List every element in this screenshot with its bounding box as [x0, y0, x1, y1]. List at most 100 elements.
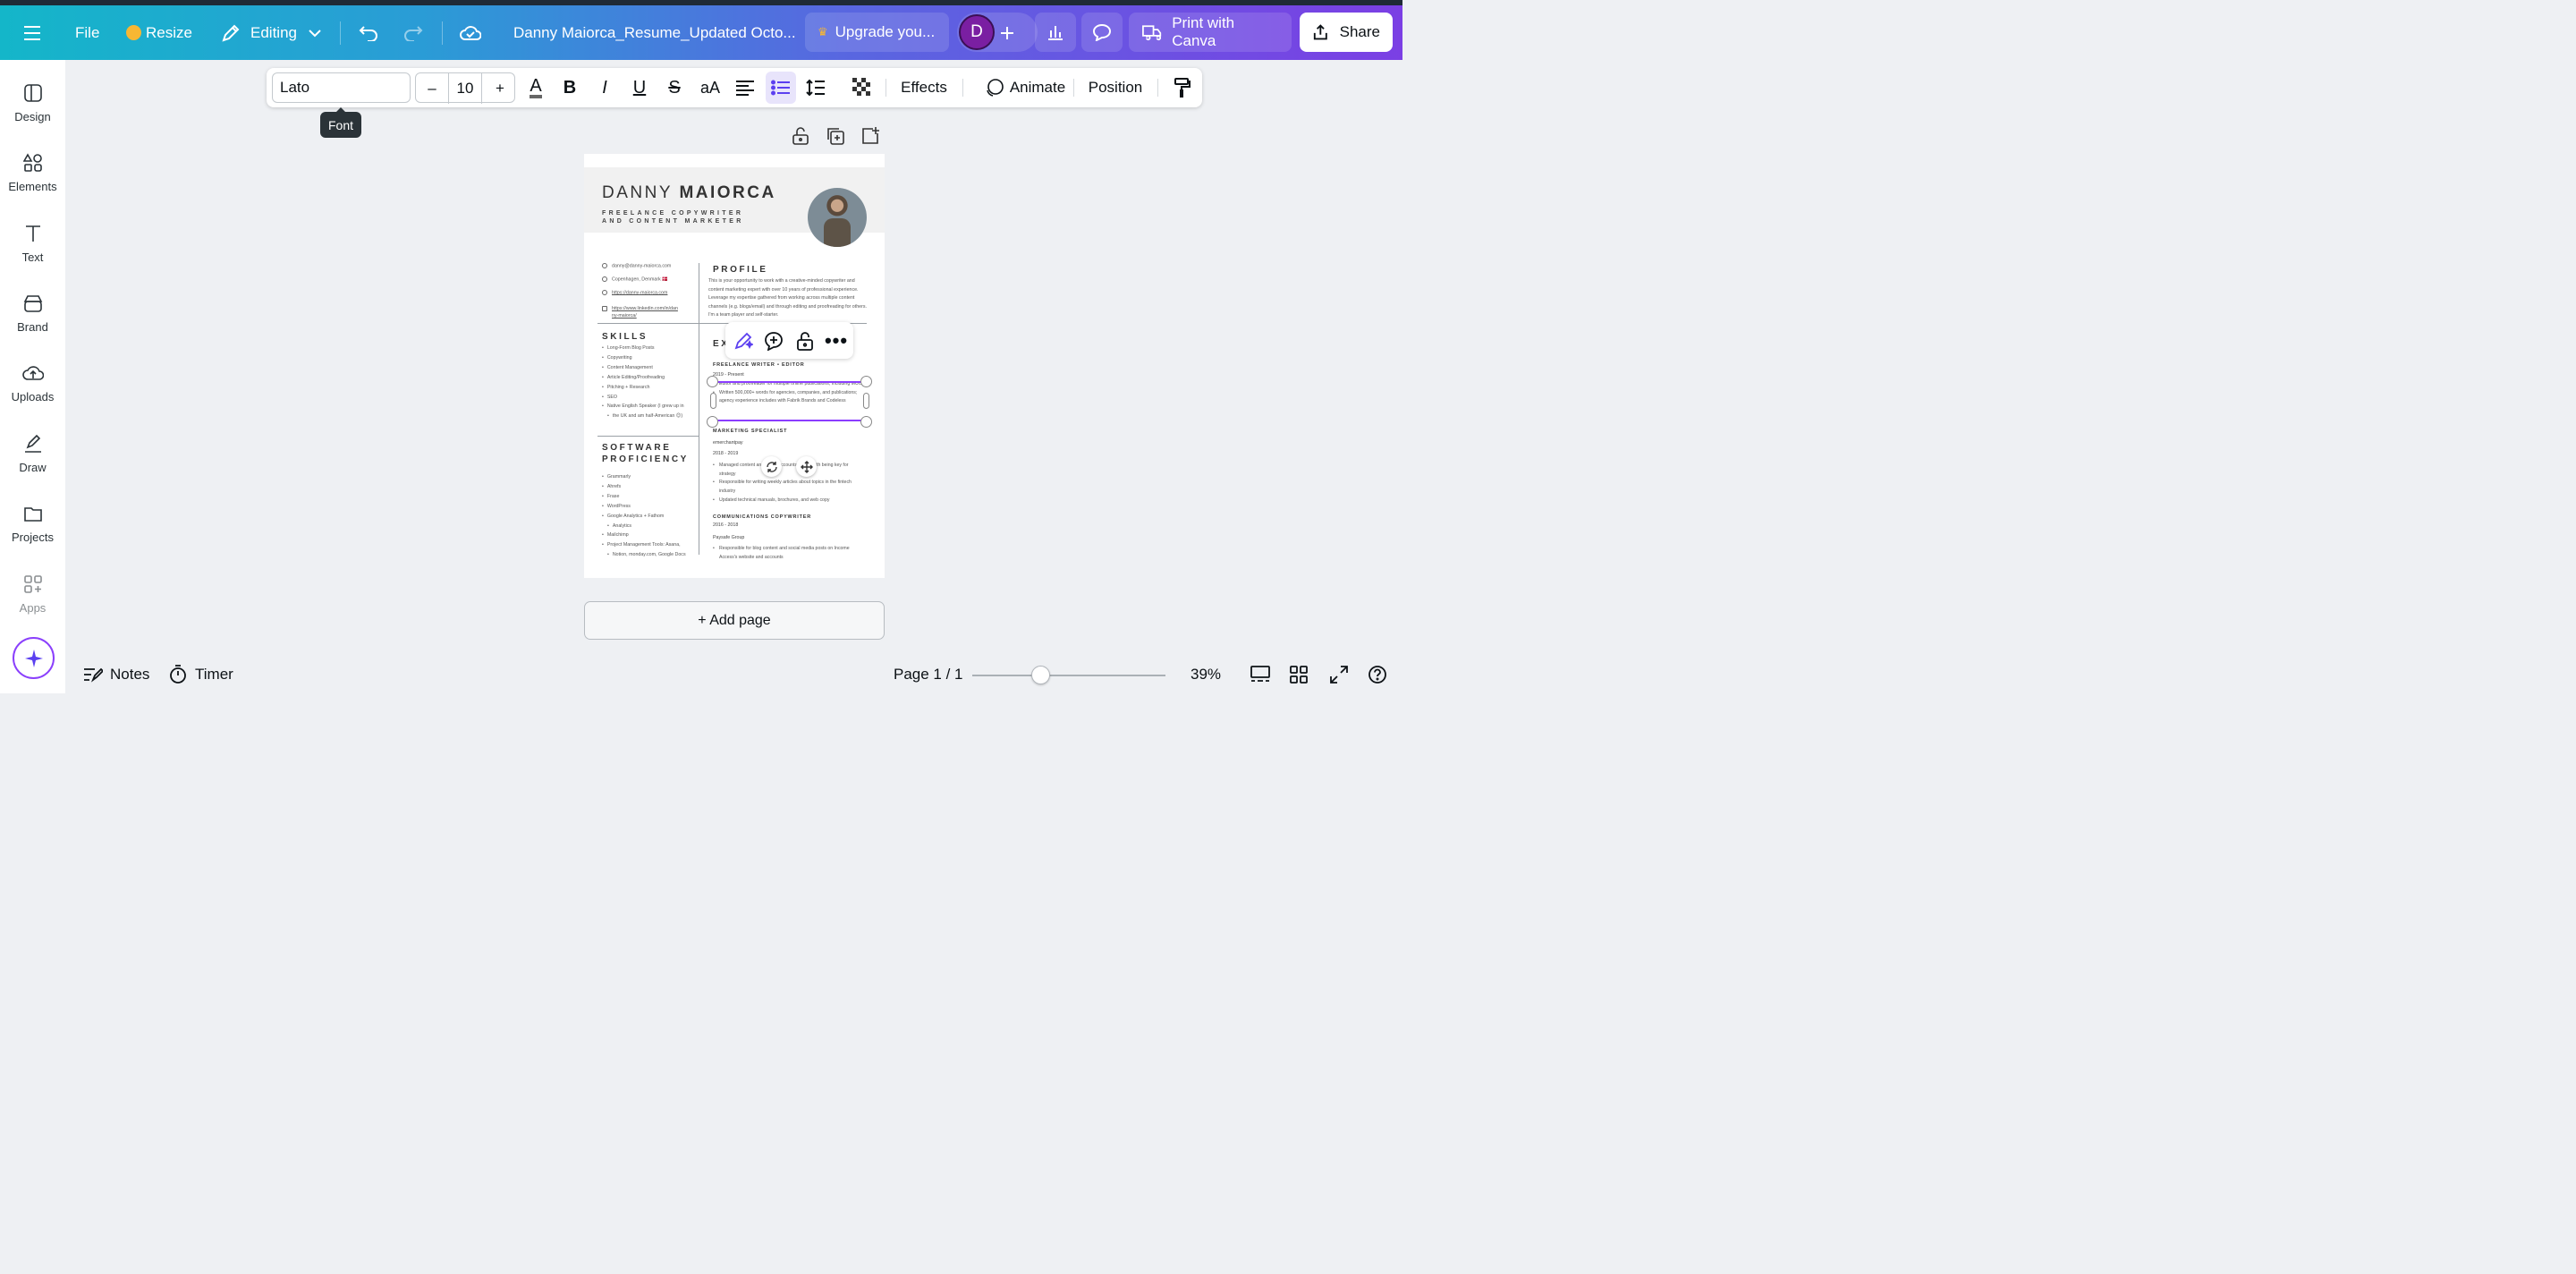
- line-spacing-icon[interactable]: [803, 68, 828, 107]
- rail-text[interactable]: Text: [0, 224, 65, 264]
- document-title[interactable]: Danny Maiorca_Resume_Updated Octo...: [513, 5, 796, 60]
- selection-box[interactable]: [713, 381, 867, 421]
- software-heading[interactable]: SOFTWARE PROFICIENCY: [602, 442, 689, 465]
- contact-email[interactable]: danny@danny-maiorca.com: [602, 263, 671, 268]
- insights-icon[interactable]: [1035, 13, 1076, 52]
- first-name: DANNY: [602, 183, 673, 202]
- print-with-canva-button[interactable]: Print with Canva: [1129, 13, 1292, 52]
- avatar[interactable]: D: [959, 14, 995, 50]
- page-indicator[interactable]: Page 1 / 1: [894, 664, 963, 685]
- chevron-down-icon: [309, 29, 321, 37]
- zoom-slider-handle[interactable]: [1031, 666, 1050, 684]
- timer-button[interactable]: Timer: [169, 664, 233, 685]
- resize-handle-bottom-left[interactable]: [707, 416, 718, 428]
- file-menu[interactable]: File: [75, 5, 99, 60]
- rotate-icon[interactable]: [761, 456, 782, 477]
- grid-view-icon[interactable]: [1289, 665, 1309, 684]
- job2-company[interactable]: emerchantpay: [713, 440, 743, 446]
- design-page[interactable]: DANNY MAIORCA FREELANCE COPYWRITER AND C…: [584, 154, 885, 578]
- share-icon: [1313, 24, 1327, 40]
- contact-website[interactable]: https://danny-maiorca.com: [602, 290, 667, 295]
- linkedin-icon: [602, 305, 607, 311]
- lock-icon[interactable]: [793, 322, 817, 359]
- job1-title[interactable]: FREELANCE WRITER • EDITOR: [713, 362, 805, 368]
- undo-icon[interactable]: [359, 5, 378, 60]
- cloud-saved-icon[interactable]: [460, 5, 481, 60]
- add-collaborator-icon[interactable]: [999, 5, 1015, 60]
- pencil-icon: [222, 24, 240, 42]
- job2-title[interactable]: MARKETING SPECIALIST: [713, 429, 787, 434]
- rail-elements[interactable]: Elements: [0, 153, 65, 193]
- fullscreen-icon[interactable]: [1329, 665, 1349, 684]
- job2-bullets[interactable]: Managed content and social accounts, alo…: [713, 462, 865, 505]
- resize-button[interactable]: Resize: [126, 5, 192, 60]
- paint-roller-icon[interactable]: [1171, 68, 1194, 107]
- duplicate-page-icon[interactable]: [826, 126, 845, 150]
- job1-dates[interactable]: 2019 - Present: [713, 372, 744, 378]
- zoom-slider-track[interactable]: [972, 675, 1165, 676]
- italic-icon[interactable]: I: [593, 68, 616, 107]
- editing-dropdown[interactable]: Editing: [221, 5, 321, 60]
- rail-brand[interactable]: Brand: [0, 293, 65, 334]
- profile-photo[interactable]: [808, 188, 867, 247]
- resize-label: Resize: [146, 23, 192, 41]
- share-button[interactable]: Share: [1300, 13, 1393, 52]
- job3-bullets[interactable]: Responsible for blog content and social …: [713, 545, 865, 562]
- rail-uploads[interactable]: Uploads: [0, 363, 65, 403]
- resize-handle-left[interactable]: [710, 393, 716, 409]
- upgrade-button[interactable]: ♛ Upgrade you...: [805, 13, 949, 52]
- job3-title[interactable]: COMMUNICATIONS COPYWRITER: [713, 514, 811, 520]
- resume-role[interactable]: FREELANCE COPYWRITER AND CONTENT MARKETE…: [602, 209, 744, 225]
- resume-name[interactable]: DANNY MAIORCA: [602, 183, 776, 203]
- font-family-select[interactable]: Lato: [272, 72, 411, 103]
- font-size-input[interactable]: 10: [448, 73, 482, 104]
- job2-dates[interactable]: 2018 - 2019: [713, 451, 738, 456]
- redo-icon[interactable]: [403, 5, 423, 60]
- increase-size-button[interactable]: +: [491, 69, 509, 108]
- profile-heading[interactable]: PROFILE: [713, 264, 768, 276]
- notes-button[interactable]: Notes: [83, 664, 149, 685]
- rail-draw[interactable]: Draw: [0, 434, 65, 474]
- resize-handle-top-right[interactable]: [860, 376, 872, 387]
- menu-icon[interactable]: [23, 5, 41, 60]
- add-comment-icon[interactable]: [761, 322, 786, 359]
- more-options-icon[interactable]: •••: [824, 322, 849, 359]
- rail-apps[interactable]: Apps: [0, 574, 65, 615]
- decrease-size-button[interactable]: –: [423, 69, 441, 108]
- magic-assistant-button[interactable]: [13, 637, 55, 679]
- underline-icon[interactable]: U: [628, 68, 651, 107]
- transparency-icon[interactable]: [850, 68, 875, 107]
- job3-dates[interactable]: 2016 - 2018: [713, 522, 738, 528]
- page-view-icon[interactable]: [1250, 665, 1271, 684]
- rail-design[interactable]: Design: [0, 83, 65, 123]
- move-icon[interactable]: [796, 456, 817, 477]
- animate-button[interactable]: Animate: [978, 68, 1072, 107]
- lock-page-icon[interactable]: [791, 126, 810, 150]
- bold-icon[interactable]: B: [558, 68, 581, 107]
- help-icon[interactable]: [1368, 665, 1387, 684]
- contact-location[interactable]: Copenhagen, Denmark 🇩🇰: [602, 276, 668, 282]
- rail-projects[interactable]: Projects: [0, 504, 65, 544]
- add-page-button[interactable]: + Add page: [584, 601, 885, 640]
- magic-edit-icon[interactable]: [731, 322, 756, 359]
- comment-icon[interactable]: [1081, 13, 1123, 52]
- zoom-level[interactable]: 39%: [1191, 664, 1221, 685]
- text-color-icon[interactable]: A: [522, 68, 549, 107]
- align-left-icon[interactable]: [733, 68, 758, 107]
- case-icon[interactable]: aA: [698, 68, 723, 107]
- job3-company[interactable]: Paysafe Group: [713, 535, 744, 540]
- resize-handle-top-left[interactable]: [707, 376, 718, 387]
- resize-handle-bottom-right[interactable]: [860, 416, 872, 428]
- strikethrough-icon[interactable]: S: [663, 68, 686, 107]
- profile-text[interactable]: This is your opportunity to work with a …: [708, 277, 869, 320]
- bullet-list-icon[interactable]: [766, 72, 796, 104]
- add-page-icon[interactable]: [860, 126, 880, 150]
- skills-list[interactable]: Long-Form Blog PostsCopywritingContent M…: [602, 344, 691, 421]
- rail-text-label: Text: [21, 251, 44, 264]
- skills-heading[interactable]: SKILLS: [602, 331, 648, 343]
- resize-handle-right[interactable]: [863, 393, 869, 409]
- software-list[interactable]: GrammarlyAhrefsFraseWordPressGoogle Anal…: [602, 472, 691, 560]
- effects-button[interactable]: Effects: [898, 68, 950, 107]
- contact-linkedin[interactable]: https://www.linkedin.com/in/dan ny-maiorc…: [602, 305, 678, 319]
- position-button[interactable]: Position: [1086, 68, 1145, 107]
